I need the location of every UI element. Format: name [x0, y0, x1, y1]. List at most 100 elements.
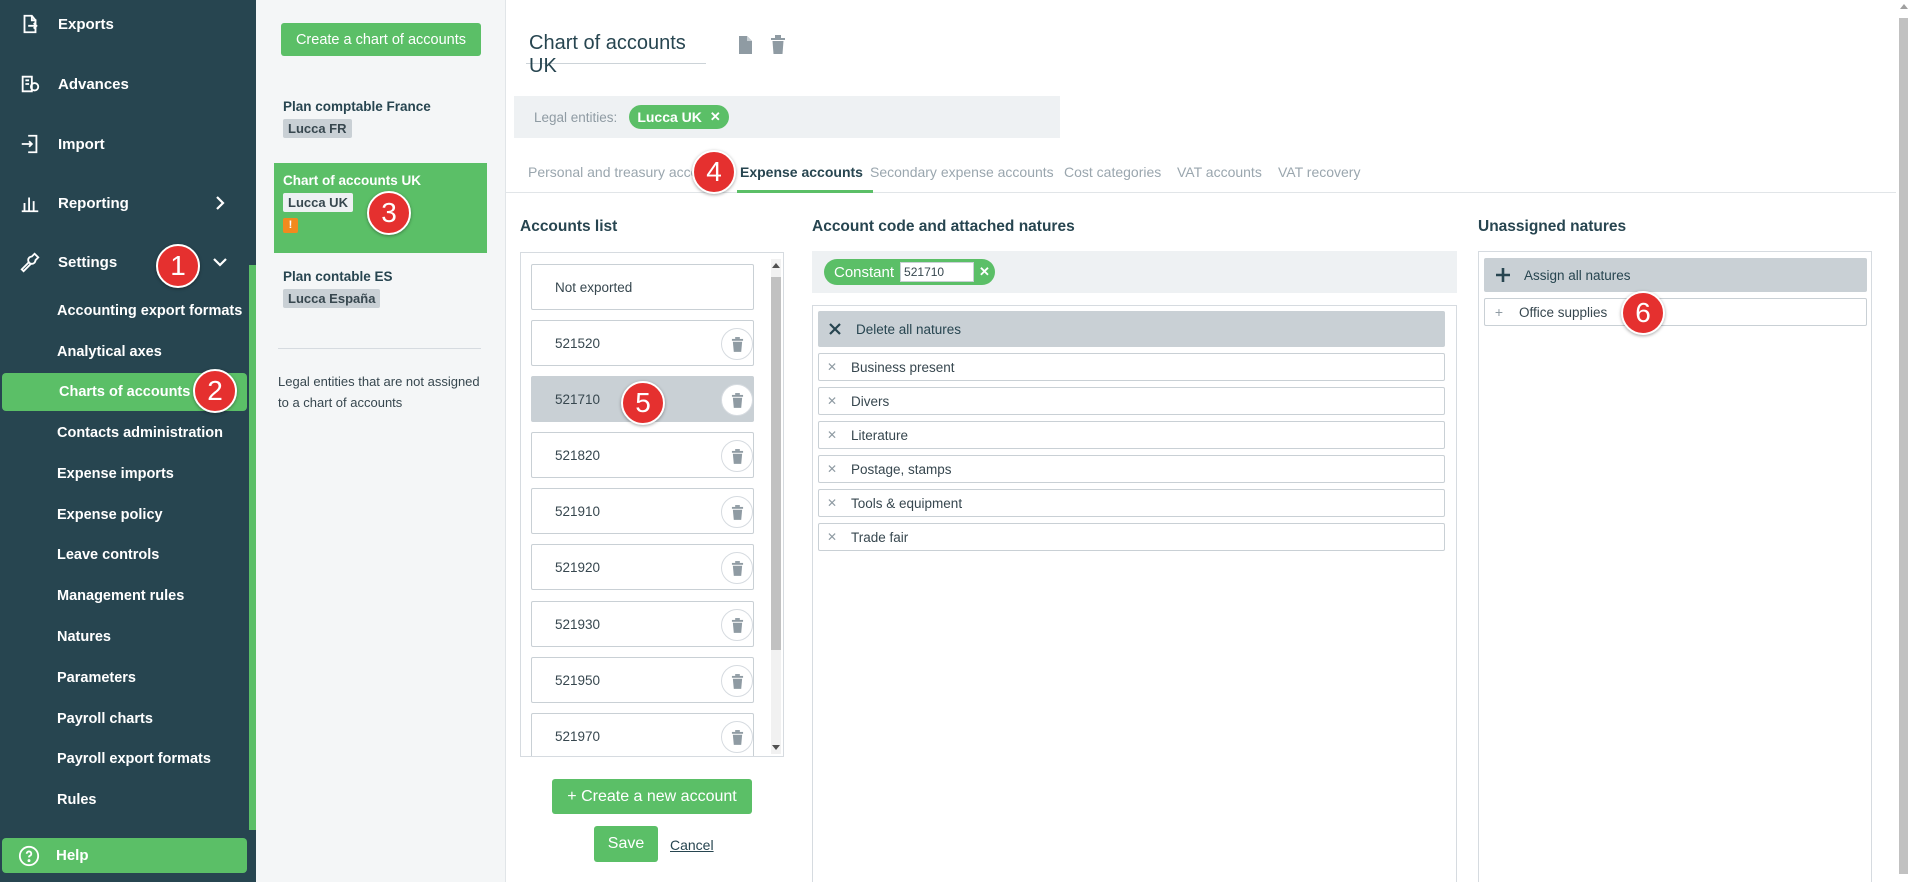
remove-nature-icon[interactable]: ✕ — [827, 496, 837, 510]
sidebar: Exports Advances Import Reporting Settin… — [0, 0, 256, 882]
trash-icon[interactable] — [769, 34, 787, 56]
page-scrollbar[interactable] — [1896, 0, 1911, 882]
account-label: 521930 — [555, 616, 601, 632]
charts-column: Create a chart of accounts Plan comptabl… — [256, 0, 506, 882]
remove-nature-icon[interactable]: ✕ — [827, 462, 837, 476]
account-code-input[interactable]: 521710 — [900, 262, 975, 282]
remove-nature-icon[interactable]: ✕ — [827, 360, 837, 374]
tab-expense-accounts[interactable]: Expense accounts — [737, 164, 873, 193]
remove-code-icon[interactable]: ✕ — [979, 264, 990, 280]
sidebar-sub-rules[interactable]: Rules — [0, 781, 249, 819]
attached-nature-row[interactable]: ✕ Divers — [818, 387, 1445, 415]
chart-title-input[interactable]: Chart of accounts UK — [526, 26, 706, 77]
help-label: Help — [56, 847, 89, 864]
legal-entities-label: Legal entities: — [534, 109, 618, 125]
legal-entities-field[interactable]: Legal entities: Lucca UK ✕ — [514, 96, 1060, 138]
sidebar-sub-management-rules[interactable]: Management rules — [0, 577, 249, 615]
sidebar-item-settings[interactable]: Settings — [0, 241, 249, 283]
delete-all-natures-button[interactable]: Delete all natures — [818, 311, 1445, 347]
cancel-link[interactable]: Cancel — [670, 837, 714, 853]
account-item[interactable]: 521520 — [531, 320, 754, 366]
code-chip-label: Constant — [834, 263, 895, 281]
attached-nature-row[interactable]: ✕ Business present — [818, 353, 1445, 381]
assign-all-label: Assign all natures — [1524, 267, 1631, 283]
attached-nature-row[interactable]: ✕ Literature — [818, 421, 1445, 449]
remove-nature-icon[interactable]: ✕ — [827, 530, 837, 544]
delete-account-icon[interactable] — [721, 440, 753, 472]
attached-nature-row[interactable]: ✕ Tools & equipment — [818, 489, 1445, 517]
accounts-scrollbar[interactable] — [771, 259, 781, 754]
legal-entity-chip[interactable]: Lucca UK ✕ — [629, 105, 729, 129]
sidebar-item-import[interactable]: Import — [0, 123, 249, 165]
accounts-list-title: Accounts list — [520, 218, 618, 235]
reporting-icon — [18, 191, 42, 215]
sidebar-sub-leave-controls[interactable]: Leave controls — [0, 536, 249, 574]
sidebar-sub-payroll-charts[interactable]: Payroll charts — [0, 700, 249, 738]
copy-icon[interactable] — [736, 34, 754, 56]
nature-label: Office supplies — [1519, 304, 1608, 320]
assign-all-natures-button[interactable]: Assign all natures — [1484, 258, 1867, 292]
sidebar-item-label: Reporting — [58, 194, 129, 212]
delete-account-icon[interactable] — [721, 384, 753, 416]
scrollbar-thumb[interactable] — [771, 277, 781, 650]
account-item[interactable]: 521920 — [531, 544, 754, 590]
sidebar-accent-bar — [249, 265, 256, 830]
chart-entity-tag: Lucca España — [283, 289, 381, 308]
account-label: 521710 — [555, 391, 601, 407]
sidebar-sub-expense-policy[interactable]: Expense policy — [0, 496, 249, 534]
remove-chip-icon[interactable]: ✕ — [710, 109, 721, 125]
scroll-up-icon[interactable] — [1900, 4, 1908, 9]
attached-nature-row[interactable]: ✕ Trade fair — [818, 523, 1445, 551]
sidebar-sub-accounting-export-formats[interactable]: Accounting export formats — [0, 292, 249, 330]
account-item[interactable]: 521910 — [531, 488, 754, 534]
nature-label: Business present — [851, 359, 955, 375]
tab-secondary-expense-accounts[interactable]: Secondary expense accounts — [870, 164, 1054, 193]
delete-account-icon[interactable] — [721, 328, 753, 360]
delete-account-icon[interactable] — [721, 496, 753, 528]
create-chart-button[interactable]: Create a chart of accounts — [281, 23, 481, 56]
create-account-button[interactable]: + Create a new account — [552, 779, 752, 814]
chart-name: Plan contable ES — [283, 269, 393, 284]
tab-vat-recovery[interactable]: VAT recovery — [1278, 164, 1360, 193]
sidebar-sub-payroll-export-formats[interactable]: Payroll export formats — [0, 740, 249, 778]
remove-nature-icon[interactable]: ✕ — [827, 428, 837, 442]
help-button[interactable]: Help — [2, 838, 247, 873]
accounts-list[interactable]: Not exported 521520 521710 521820 521910… — [520, 252, 784, 757]
account-item[interactable]: 521820 — [531, 432, 754, 478]
account-label: Not exported — [555, 279, 633, 295]
annotation-badge: 6 — [1621, 291, 1665, 335]
delete-account-icon[interactable] — [721, 552, 753, 584]
account-item[interactable]: 521930 — [531, 601, 754, 647]
scroll-down-icon[interactable] — [772, 745, 780, 750]
annotation-badge: 5 — [621, 381, 665, 425]
add-nature-icon[interactable]: + — [1493, 304, 1505, 320]
account-item-not-exported[interactable]: Not exported — [531, 264, 754, 310]
delete-account-icon[interactable] — [721, 609, 753, 641]
account-item[interactable]: 521970 — [531, 713, 754, 756]
save-button[interactable]: Save — [594, 826, 658, 862]
sidebar-sub-parameters[interactable]: Parameters — [0, 659, 249, 697]
scroll-up-icon[interactable] — [772, 263, 780, 268]
delete-account-icon[interactable] — [721, 721, 753, 753]
attached-nature-row[interactable]: ✕ Postage, stamps — [818, 455, 1445, 483]
account-label: 521910 — [555, 503, 601, 519]
scrollbar-thumb[interactable] — [1899, 18, 1908, 874]
chart-entry-france[interactable]: Plan comptable France Lucca FR — [274, 89, 487, 148]
sidebar-sub-natures[interactable]: Natures — [0, 618, 249, 656]
chart-entry-spain[interactable]: Plan contable ES Lucca España — [274, 259, 487, 318]
tab-vat-accounts[interactable]: VAT accounts — [1177, 164, 1262, 193]
tab-cost-categories[interactable]: Cost categories — [1064, 164, 1161, 193]
account-label: 521970 — [555, 728, 601, 744]
account-code-chip[interactable]: Constant 521710 ✕ — [824, 259, 995, 285]
account-item[interactable]: 521950 — [531, 657, 754, 703]
sidebar-sub-contacts-administration[interactable]: Contacts administration — [0, 414, 249, 452]
unassigned-nature-row[interactable]: + Office supplies — [1484, 298, 1867, 326]
sidebar-item-advances[interactable]: Advances — [0, 63, 249, 105]
account-label: 521920 — [555, 559, 601, 575]
delete-account-icon[interactable] — [721, 665, 753, 697]
remove-nature-icon[interactable]: ✕ — [827, 394, 837, 408]
sidebar-item-reporting[interactable]: Reporting — [0, 182, 249, 224]
sidebar-sub-expense-imports[interactable]: Expense imports — [0, 455, 249, 493]
sidebar-item-exports[interactable]: Exports — [0, 3, 249, 45]
sidebar-sub-analytical-axes[interactable]: Analytical axes — [0, 333, 249, 371]
